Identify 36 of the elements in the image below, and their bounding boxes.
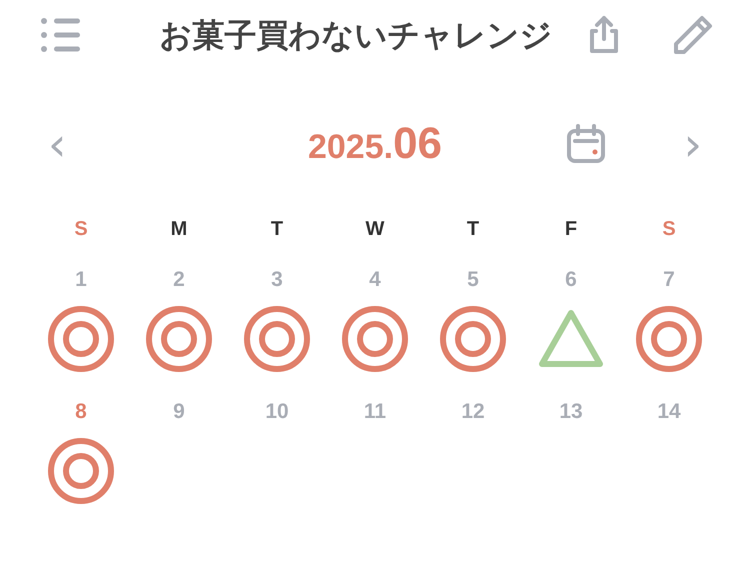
day-number[interactable]: 6 [565,264,577,296]
next-month-button[interactable]: › [676,121,710,167]
edit-icon[interactable] [672,14,714,56]
double-circle-icon [636,306,702,372]
double-circle-icon [48,438,114,504]
weekday-label: S [661,217,677,242]
triangle-icon [538,308,604,368]
day-number[interactable]: 10 [265,396,289,428]
double-circle-icon [48,306,114,372]
weekday-label: M [170,217,188,242]
day-number[interactable]: 3 [271,264,283,296]
day-number[interactable]: 4 [369,264,381,296]
menu-icon[interactable] [40,17,82,53]
double-circle-icon [342,306,408,372]
day-number[interactable]: 5 [467,264,479,296]
calendar-icon[interactable] [566,124,606,164]
previous-month-button[interactable]: ‹ [40,121,74,167]
weekday-label: T [270,217,284,242]
weekday-label: S [73,217,89,242]
weekday-label: F [564,217,578,242]
day-number[interactable]: 12 [461,396,485,428]
day-number[interactable]: 2 [173,264,185,296]
day-number[interactable]: 8 [75,396,87,428]
weekday-label: T [466,217,480,242]
day-number[interactable]: 13 [559,396,583,428]
day-number[interactable]: 11 [364,396,386,428]
double-circle-icon [440,306,506,372]
app-title: お菓子買わないチャレンジ [160,16,552,55]
double-circle-icon [146,306,212,372]
day-number[interactable]: 9 [173,396,185,428]
double-circle-icon [244,306,310,372]
day-number[interactable]: 14 [657,396,681,428]
month-label: 2025.06 [308,118,442,170]
day-number[interactable]: 1 [75,264,87,296]
weekday-label: W [364,217,386,242]
day-number[interactable]: 7 [663,264,675,296]
